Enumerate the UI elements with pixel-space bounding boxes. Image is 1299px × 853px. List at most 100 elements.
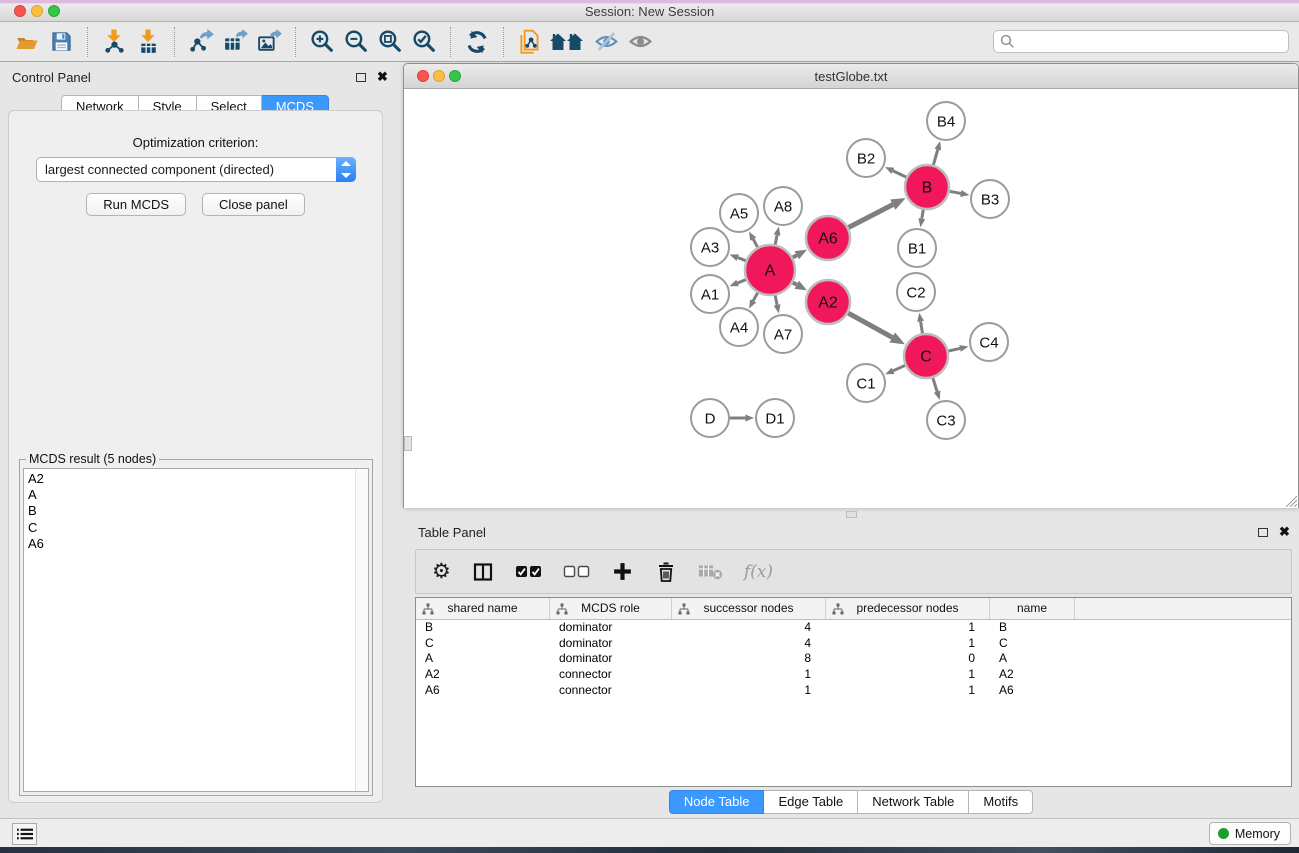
- add-column-icon[interactable]: [611, 560, 634, 583]
- save-session-button[interactable]: [44, 25, 78, 59]
- zoom-in-button[interactable]: [305, 25, 339, 59]
- tab-edge-table[interactable]: Edge Table: [764, 790, 858, 814]
- result-item[interactable]: A6: [28, 536, 368, 552]
- graph-edge-A-A1[interactable]: [738, 280, 746, 283]
- zoom-selected-button[interactable]: [407, 25, 441, 59]
- result-item[interactable]: A2: [28, 471, 368, 487]
- column-header-name[interactable]: name: [990, 598, 1075, 619]
- table-cell[interactable]: 0: [826, 651, 990, 667]
- resize-grip-icon[interactable]: [1284, 494, 1297, 507]
- result-item[interactable]: B: [28, 503, 368, 519]
- export-network-button[interactable]: [184, 25, 218, 59]
- table-cell[interactable]: dominator: [550, 620, 672, 636]
- task-history-button[interactable]: [12, 823, 37, 845]
- graph-edge-C-C3[interactable]: [933, 378, 937, 392]
- optimization-criterion-dropdown[interactable]: largest connected component (directed): [36, 157, 356, 182]
- table-cell[interactable]: B: [990, 620, 1075, 636]
- tab-node-table[interactable]: Node Table: [669, 790, 765, 814]
- graph-edge-C-C2[interactable]: [921, 321, 923, 333]
- column-split-view-icon[interactable]: [472, 561, 494, 583]
- table-cell[interactable]: 4: [672, 636, 826, 652]
- export-image-button[interactable]: [252, 25, 286, 59]
- table-row[interactable]: Bdominator41B: [416, 620, 1291, 636]
- graph-edge-B-B2[interactable]: [893, 171, 906, 177]
- new-network-from-file-button[interactable]: [513, 25, 547, 59]
- column-header-shared-name[interactable]: shared name: [416, 598, 550, 619]
- table-cell[interactable]: 1: [672, 683, 826, 699]
- graph-edge-A2-C[interactable]: [848, 313, 892, 337]
- graph-edge-A-A5[interactable]: [753, 239, 757, 247]
- table-cell[interactable]: C: [990, 636, 1075, 652]
- table-row[interactable]: A2connector11A2: [416, 667, 1291, 683]
- graph-edge-A-A3[interactable]: [738, 258, 746, 261]
- network-canvas[interactable]: AA1A2A3A4A5A6A7A8BB1B2B3B4CC1C2C3C4DD1: [404, 89, 1298, 508]
- graph-edge-A-A4[interactable]: [753, 293, 757, 301]
- zoom-out-button[interactable]: [339, 25, 373, 59]
- tab-motifs[interactable]: Motifs: [969, 790, 1033, 814]
- export-table-button[interactable]: [218, 25, 252, 59]
- delete-table-icon[interactable]: [698, 562, 723, 581]
- graph-edge-C-C1[interactable]: [893, 365, 905, 370]
- result-item[interactable]: C: [28, 520, 368, 536]
- network-window-titlebar[interactable]: testGlobe.txt: [404, 64, 1298, 89]
- graph-edge-A-A7[interactable]: [775, 295, 777, 304]
- column-header-MCDS-role[interactable]: MCDS role: [550, 598, 672, 619]
- vertical-splitter-handle[interactable]: [404, 436, 412, 451]
- table-cell[interactable]: 1: [826, 667, 990, 683]
- delete-column-icon[interactable]: [655, 561, 677, 583]
- table-cell[interactable]: connector: [550, 683, 672, 699]
- table-row[interactable]: A6connector11A6: [416, 683, 1291, 699]
- result-item[interactable]: A: [28, 487, 368, 503]
- tab-network-table[interactable]: Network Table: [858, 790, 969, 814]
- memory-button[interactable]: Memory: [1209, 822, 1291, 845]
- show-graphics-details-button[interactable]: [623, 25, 657, 59]
- import-network-button[interactable]: [97, 25, 131, 59]
- run-mcds-button[interactable]: Run MCDS: [86, 193, 186, 216]
- graph-edge-A-A8[interactable]: [775, 235, 777, 244]
- graph-edge-B-B1[interactable]: [922, 210, 923, 219]
- graph-edge-A6-B[interactable]: [848, 205, 892, 228]
- table-cell[interactable]: 1: [826, 683, 990, 699]
- graph-edge-B-B3[interactable]: [950, 191, 961, 193]
- table-cell[interactable]: C: [416, 636, 550, 652]
- table-cell[interactable]: B: [416, 620, 550, 636]
- graph-edge-B-B4[interactable]: [933, 150, 937, 165]
- table-cell[interactable]: 8: [672, 651, 826, 667]
- table-cell[interactable]: 1: [826, 620, 990, 636]
- close-panel-icon[interactable]: ✖: [377, 72, 388, 82]
- zoom-fit-button[interactable]: [373, 25, 407, 59]
- close-panel-button[interactable]: Close panel: [202, 193, 305, 216]
- column-settings-icon[interactable]: ⚙: [432, 561, 451, 582]
- apply-layout-button[interactable]: [460, 25, 494, 59]
- table-cell[interactable]: A6: [416, 683, 550, 699]
- search-input[interactable]: [993, 30, 1289, 53]
- graph-edge-A-A6[interactable]: [793, 255, 797, 257]
- column-header-predecessor-nodes[interactable]: predecessor nodes: [826, 598, 990, 619]
- float-panel-icon[interactable]: [356, 73, 366, 82]
- hide-graphics-details-button[interactable]: [589, 25, 623, 59]
- mcds-result-list[interactable]: A2ABCA6: [23, 468, 369, 792]
- close-panel-icon[interactable]: ✖: [1279, 527, 1290, 537]
- table-cell[interactable]: A: [416, 651, 550, 667]
- table-cell[interactable]: 1: [672, 667, 826, 683]
- table-cell[interactable]: dominator: [550, 651, 672, 667]
- result-list-scrollbar[interactable]: [355, 469, 368, 791]
- graph-edge-A-A2[interactable]: [793, 283, 797, 285]
- table-cell[interactable]: A2: [990, 667, 1075, 683]
- import-table-button[interactable]: [131, 25, 165, 59]
- deselect-all-icon[interactable]: [563, 565, 590, 578]
- horizontal-splitter-handle[interactable]: [846, 511, 857, 518]
- column-header-successor-nodes[interactable]: successor nodes: [672, 598, 826, 619]
- table-cell[interactable]: A: [990, 651, 1075, 667]
- select-all-icon[interactable]: [515, 565, 542, 578]
- float-panel-icon[interactable]: [1258, 528, 1268, 537]
- network-graph[interactable]: AA1A2A3A4A5A6A7A8BB1B2B3B4CC1C2C3C4DD1: [404, 89, 1298, 508]
- table-row[interactable]: Cdominator41C: [416, 636, 1291, 652]
- table-cell[interactable]: dominator: [550, 636, 672, 652]
- table-row[interactable]: Adominator80A: [416, 651, 1291, 667]
- table-cell[interactable]: 4: [672, 620, 826, 636]
- table-cell[interactable]: 1: [826, 636, 990, 652]
- graph-edge-C-C4[interactable]: [948, 348, 960, 351]
- table-cell[interactable]: connector: [550, 667, 672, 683]
- table-cell[interactable]: A2: [416, 667, 550, 683]
